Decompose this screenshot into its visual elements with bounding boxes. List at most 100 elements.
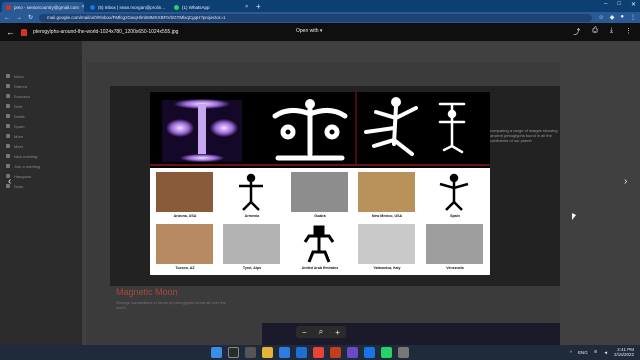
sidebar-item: Inbox <box>6 73 76 79</box>
whatsapp-icon <box>174 4 179 10</box>
office-icon[interactable] <box>330 347 341 358</box>
download-icon[interactable]: ⤓ <box>610 27 613 37</box>
location-label: United Arab Emirates <box>301 266 339 270</box>
viewer-file-name: pterogylphs-around-the-world-1024x780_12… <box>33 29 179 35</box>
petroglyph-photo <box>358 224 415 264</box>
zoom-out-button[interactable]: − <box>302 328 307 337</box>
wifi-icon[interactable]: ≋ <box>594 349 598 355</box>
sidebar-item: Sent <box>6 103 76 109</box>
volume-icon[interactable]: ◄ <box>604 350 608 355</box>
chevron-up-icon[interactable]: ^ <box>570 350 572 355</box>
petroglyph-drawing <box>291 224 348 264</box>
whatsapp-taskbar-icon[interactable] <box>381 347 392 358</box>
print-icon[interactable]: ⎙ <box>592 27 598 37</box>
sidebar-item-label: Meet <box>14 143 23 149</box>
clock[interactable]: 2:41 PM 2/15/2022 <box>614 347 634 357</box>
search-icon[interactable] <box>228 347 239 358</box>
zoom-in-button[interactable]: + <box>335 328 340 337</box>
outlook-icon[interactable] <box>364 347 375 358</box>
sidebar-item-label: Hangouts <box>14 173 32 179</box>
close-tab-icon[interactable]: × <box>245 4 248 10</box>
file-explorer-icon[interactable] <box>262 347 273 358</box>
taskbar-apps <box>211 347 409 358</box>
tab-whatsapp[interactable]: (1) WhatsApp × <box>170 2 252 12</box>
petroglyph-photo <box>291 172 348 212</box>
forward-icon[interactable]: → <box>16 15 22 21</box>
viewer-back-icon[interactable]: ← <box>6 27 15 37</box>
sidebar-item-icon <box>6 114 10 118</box>
sidebar-item-label: New meeting <box>14 153 38 159</box>
sidebar-item: More <box>6 133 76 139</box>
close-tab-icon[interactable]: × <box>82 4 84 10</box>
location-label: Tyrol, Alps <box>242 266 262 270</box>
settings-icon[interactable] <box>398 347 409 358</box>
background-slide-title: Magnetic Moon <box>116 287 178 297</box>
sidebar-item-icon <box>6 164 10 168</box>
petroglyph-photo <box>223 224 280 264</box>
sidebar-item-icon <box>6 144 10 148</box>
store-icon[interactable] <box>296 347 307 358</box>
sidebar-item: Snoozed <box>6 93 76 99</box>
start-icon[interactable] <box>211 347 222 358</box>
tab-title: pmo - seniorcountry@gmail.com <box>14 4 79 10</box>
back-icon[interactable]: ← <box>4 15 10 21</box>
open-with-button[interactable]: Open with ▾ <box>296 28 322 34</box>
sidebar-item-icon <box>6 94 10 98</box>
teams-icon[interactable] <box>347 347 358 358</box>
extensions-icon[interactable]: ◆ <box>610 14 615 21</box>
window-controls: – □ ✕ <box>604 1 636 8</box>
stick-figure-glyph <box>239 173 263 211</box>
sidebar-item: New meeting <box>6 153 76 159</box>
sidebar-item: Meet <box>6 143 76 149</box>
reload-icon[interactable]: ↻ <box>28 14 33 21</box>
task-view-icon[interactable] <box>245 347 256 358</box>
sidebar-item-icon <box>6 154 10 158</box>
gmail-icon <box>6 4 11 10</box>
menu-dots-icon[interactable]: ⋮ <box>630 14 636 21</box>
sidebar-item-label: Sean <box>14 183 24 189</box>
sidebar-item: Starred <box>6 83 76 89</box>
more-options-icon[interactable]: ⋮ <box>625 27 632 37</box>
clock-date: 2/15/2022 <box>613 352 634 357</box>
stick-figure-glyph <box>439 173 469 211</box>
sidebar-item-label: Spam <box>14 123 25 129</box>
url-field[interactable]: mail.google.com/mail/u/0/#inbox/FMfcgzGw… <box>39 13 593 22</box>
location-label: Arizona, USA <box>173 214 197 218</box>
sidebar-item: Drafts <box>6 113 76 119</box>
system-tray: ^ ENG ≋ ◄ 2:41 PM 2/15/2022 <box>570 347 634 357</box>
profile-icon[interactable]: ● <box>620 14 624 21</box>
close-window-icon[interactable]: ✕ <box>631 1 636 8</box>
tab-gmail[interactable]: pmo - seniorcountry@gmail.com × <box>2 2 84 12</box>
new-tab-button[interactable]: + <box>256 2 261 12</box>
tab-inbox[interactable]: (5) Inbox | sean.morgan@prolin... × <box>86 2 168 12</box>
bookmark-star-icon[interactable]: ☆ <box>598 14 603 21</box>
petroglyph-photo <box>358 172 415 212</box>
sidebar-item-label: Starred <box>14 83 28 89</box>
minimize-icon[interactable]: – <box>604 1 607 8</box>
previous-image-icon[interactable]: ‹ <box>8 176 11 187</box>
background-slide-text: Strange connections in forms of petrogly… <box>116 300 226 310</box>
add-to-drive-icon[interactable]: ⤴ <box>573 27 580 37</box>
sidebar-item-icon <box>6 124 10 128</box>
edge-icon[interactable] <box>279 347 290 358</box>
chrome-icon[interactable] <box>313 347 324 358</box>
stick-figure-glyph <box>303 225 335 263</box>
language-indicator[interactable]: ENG <box>578 350 588 355</box>
mail-icon <box>90 4 95 10</box>
magnifier-icon: ⌕ <box>318 327 324 336</box>
sidebar-item-icon <box>6 134 10 138</box>
maximize-icon[interactable]: □ <box>617 1 621 8</box>
location-label: New Mexico, USA <box>371 214 403 218</box>
sidebar-item: Sean <box>6 183 76 189</box>
sidebar-item-label: Join a meeting <box>14 163 41 169</box>
sidebar-item-label: Sent <box>14 103 23 109</box>
next-image-icon[interactable]: › <box>624 176 627 187</box>
location-label: Guaira <box>314 214 326 218</box>
petroglyph-drawing <box>426 172 483 212</box>
tab-strip: pmo - seniorcountry@gmail.com × (5) Inbo… <box>0 0 640 12</box>
chevron-down-icon: ▾ <box>319 28 323 34</box>
sidebar-item-icon <box>6 104 10 108</box>
petroglyph-photo <box>156 224 213 264</box>
address-bar-row: ← → ↻ mail.google.com/mail/u/0/#inbox/FM… <box>0 12 640 23</box>
location-label: Valmonica, Italy <box>373 266 401 270</box>
